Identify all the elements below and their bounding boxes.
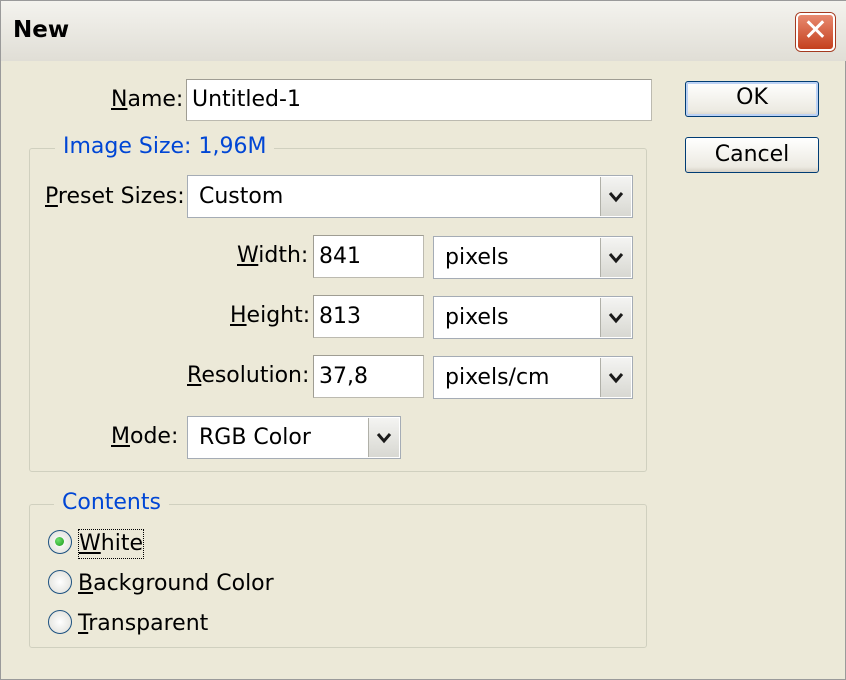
height-unit-select[interactable]: pixels — [433, 296, 633, 339]
width-label: Width: — [237, 243, 309, 268]
mode-select[interactable]: RGB Color — [187, 416, 401, 459]
chevron-down-icon[interactable] — [600, 358, 631, 397]
mode-value: RGB Color — [199, 425, 311, 450]
resolution-label: Resolution: — [187, 363, 310, 388]
close-button[interactable]: ✕ — [796, 13, 835, 51]
radio-background-color[interactable] — [48, 570, 72, 594]
new-document-dialog: New ✕ Name: Untitled-1 OK Cancel Image S… — [0, 0, 846, 680]
name-label: Name: — [111, 87, 184, 112]
chevron-down-icon[interactable] — [368, 418, 399, 457]
height-label: Height: — [230, 303, 311, 328]
resolution-input[interactable]: 37,8 — [313, 355, 424, 398]
image-size-legend: Image Size: 1,96M — [55, 134, 275, 159]
cancel-button[interactable]: Cancel — [685, 137, 819, 173]
chevron-down-icon[interactable] — [600, 177, 631, 216]
name-input[interactable]: Untitled-1 — [186, 79, 652, 121]
contents-legend: Contents — [54, 490, 169, 515]
resolution-unit-select[interactable]: pixels/cm — [433, 356, 633, 399]
width-input[interactable]: 841 — [313, 235, 424, 278]
chevron-down-icon[interactable] — [600, 238, 631, 277]
preset-sizes-label: Preset Sizes: — [45, 184, 185, 209]
chevron-down-icon[interactable] — [600, 298, 631, 337]
height-unit-value: pixels — [445, 305, 509, 330]
radio-white[interactable] — [48, 530, 72, 554]
width-unit-value: pixels — [445, 245, 509, 270]
radio-transparent[interactable] — [48, 610, 72, 634]
preset-sizes-select[interactable]: Custom — [187, 175, 633, 218]
height-input[interactable]: 813 — [313, 295, 424, 338]
title-bar[interactable]: New ✕ — [1, 1, 846, 61]
width-unit-select[interactable]: pixels — [433, 236, 633, 279]
preset-sizes-value: Custom — [199, 184, 284, 209]
dialog-title: New — [13, 17, 70, 43]
ok-button[interactable]: OK — [685, 81, 819, 117]
radio-transparent-label[interactable]: Transparent — [78, 609, 208, 639]
mode-label: Mode: — [111, 424, 179, 449]
resolution-unit-value: pixels/cm — [445, 365, 550, 390]
radio-white-label[interactable]: White — [78, 529, 144, 559]
radio-background-color-label[interactable]: Background Color — [78, 569, 274, 599]
radio-selected-dot — [55, 537, 64, 546]
close-icon: ✕ — [802, 13, 829, 48]
